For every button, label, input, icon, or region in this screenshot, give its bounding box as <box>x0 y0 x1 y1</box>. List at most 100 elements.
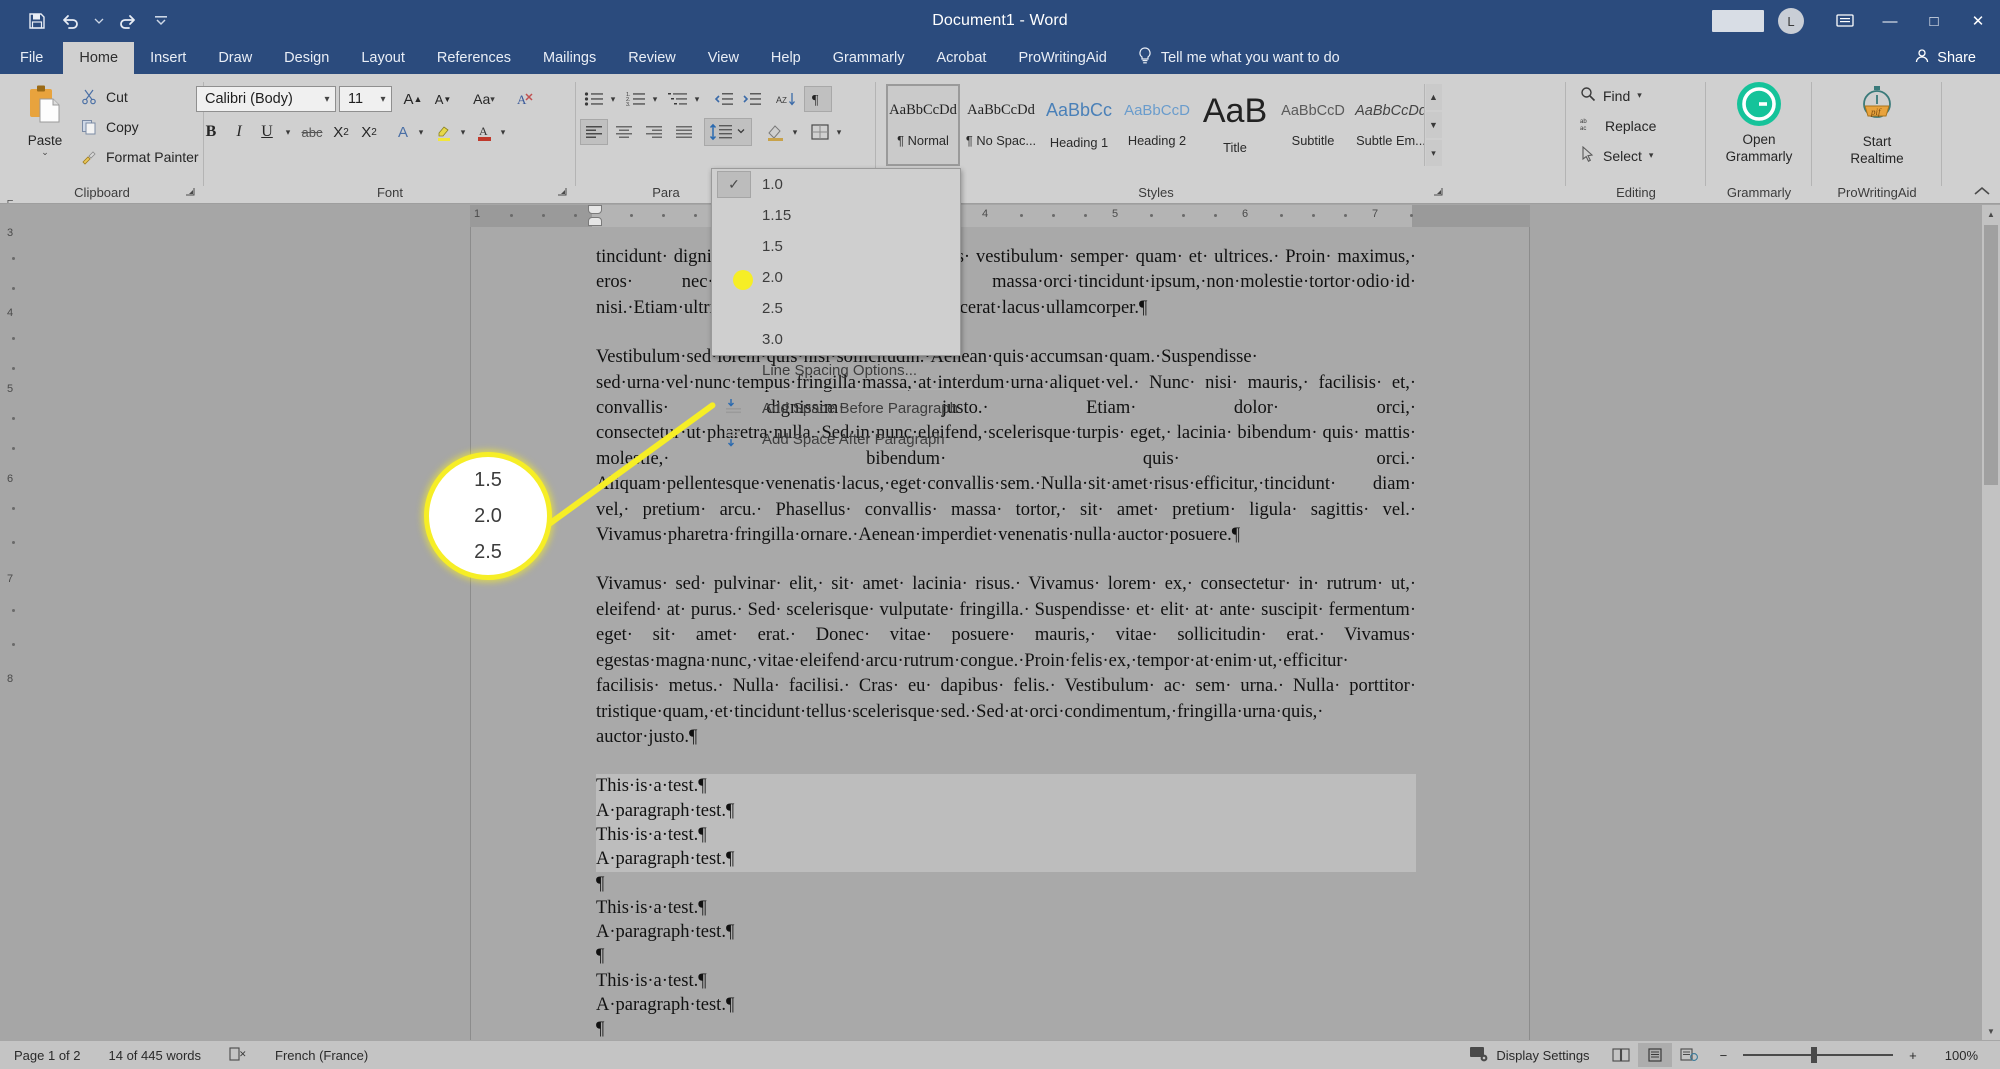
chevron-down-icon[interactable]: ⌄ <box>41 148 49 157</box>
align-center-icon[interactable] <box>610 119 638 145</box>
bullets-icon[interactable] <box>580 86 608 112</box>
save-icon[interactable] <box>22 6 52 36</box>
underline-dropdown-icon[interactable]: ▾ <box>280 119 296 145</box>
styles-dialog-launcher-icon[interactable] <box>1432 186 1446 200</box>
chevron-down-icon[interactable]: ▾ <box>832 119 846 145</box>
align-left-icon[interactable] <box>580 119 608 145</box>
tab-draw[interactable]: Draw <box>202 42 268 74</box>
hanging-indent-marker[interactable] <box>588 217 602 226</box>
chevron-down-icon[interactable]: ▾ <box>690 86 704 112</box>
chevron-down-icon[interactable] <box>90 7 108 35</box>
bold-button[interactable]: B <box>198 119 224 145</box>
web-layout-button[interactable] <box>1672 1043 1706 1067</box>
menu-item-spacing-1-5[interactable]: 1.5 <box>712 231 960 262</box>
document-page[interactable]: tincidunt· dignissim· sed· nec· ipsum.· … <box>470 227 1530 1040</box>
proofing-status[interactable]: ✕ <box>215 1046 261 1065</box>
style-subtle-emphasis[interactable]: AaBbCcDd Subtle Em... <box>1354 84 1428 166</box>
chevron-down-icon[interactable]: ▾ <box>496 119 510 145</box>
style-heading-1[interactable]: AaBbCc Heading 1 <box>1042 84 1116 166</box>
select-button[interactable]: Select ▾ <box>1580 145 1654 165</box>
font-color-icon[interactable]: A <box>472 119 498 145</box>
menu-item-spacing-1-0[interactable]: ✓ 1.0 <box>712 169 960 200</box>
read-mode-button[interactable] <box>1604 1043 1638 1067</box>
font-size-combobox[interactable]: 11 ▾ <box>339 86 392 112</box>
chevron-down-icon[interactable]: ▾ <box>1649 150 1654 161</box>
collapse-ribbon-icon[interactable] <box>1974 184 1990 199</box>
shading-icon[interactable] <box>762 119 790 145</box>
align-right-icon[interactable] <box>640 119 668 145</box>
text-highlight-color-icon[interactable] <box>432 119 458 145</box>
shrink-font-button[interactable]: A ▼ <box>430 86 456 112</box>
customize-quick-access-toolbar-icon[interactable] <box>146 6 176 36</box>
test-line[interactable]: This·is·a·test.¶ <box>596 896 1416 920</box>
show-formatting-marks-icon[interactable]: ¶ <box>804 86 832 112</box>
test-line[interactable]: This·is·a·test.¶ <box>596 774 1416 799</box>
tab-insert[interactable]: Insert <box>134 42 202 74</box>
start-realtime-button[interactable]: pif Start Realtime <box>1829 82 1925 170</box>
ribbon-display-options-button[interactable] <box>1712 10 1764 32</box>
decrease-indent-icon[interactable] <box>710 86 738 112</box>
chevron-down-icon[interactable]: ▾ <box>414 119 428 145</box>
zoom-in-button[interactable]: + <box>1905 1048 1931 1063</box>
style-no-spacing[interactable]: AaBbCcDd ¶ No Spac... <box>964 84 1038 166</box>
subscript-button[interactable]: X2 <box>328 119 354 145</box>
page-indicator[interactable]: Page 1 of 2 <box>0 1048 95 1063</box>
display-settings-button[interactable]: Display Settings <box>1455 1046 1603 1065</box>
find-button[interactable]: Find ▾ <box>1580 86 1642 105</box>
test-line[interactable]: This·is·a·test.¶ <box>596 822 1416 848</box>
menu-item-add-space-after-paragraph[interactable]: Add Space After Paragraph <box>712 424 960 455</box>
minimize-button[interactable]: — <box>1868 0 1912 42</box>
open-grammarly-button[interactable]: Open Grammarly <box>1711 82 1807 170</box>
tab-help[interactable]: Help <box>755 42 817 74</box>
clear-formatting-icon[interactable]: A <box>512 86 538 112</box>
zoom-slider-thumb[interactable] <box>1811 1047 1818 1063</box>
tab-prowritingaid[interactable]: ProWritingAid <box>1002 42 1122 74</box>
chevron-down-icon[interactable]: ▾ <box>1637 90 1642 101</box>
scroll-up-icon[interactable]: ▲ <box>1425 84 1442 110</box>
format-painter-button[interactable]: Format Painter <box>80 148 199 166</box>
menu-item-line-spacing-options[interactable]: Line Spacing Options... <box>712 355 960 386</box>
share-button[interactable]: Share <box>1914 42 2000 74</box>
italic-button[interactable]: I <box>226 119 252 145</box>
cut-button[interactable]: Cut <box>80 88 128 106</box>
test-lines-block[interactable]: This·is·a·test.¶ A·paragraph·test.¶ This… <box>596 774 1416 1041</box>
clipboard-dialog-launcher-icon[interactable] <box>184 186 198 200</box>
menu-item-spacing-1-15[interactable]: 1.15 <box>712 200 960 231</box>
style-subtitle[interactable]: AaBbCcD Subtitle <box>1276 84 1350 166</box>
test-line[interactable]: ¶ <box>596 872 1416 896</box>
redo-icon[interactable] <box>112 6 142 36</box>
touch-mode-icon[interactable] <box>1822 0 1868 42</box>
tab-layout[interactable]: Layout <box>345 42 421 74</box>
paste-button[interactable]: Paste ⌄ <box>14 82 76 168</box>
test-line[interactable]: A·paragraph·test.¶ <box>596 798 1416 823</box>
chevron-down-icon[interactable]: ▾ <box>788 119 802 145</box>
tab-grammarly[interactable]: Grammarly <box>817 42 921 74</box>
justify-icon[interactable] <box>670 119 698 145</box>
tab-design[interactable]: Design <box>268 42 345 74</box>
menu-item-spacing-3-0[interactable]: 3.0 <box>712 324 960 355</box>
menu-item-add-space-before-paragraph[interactable]: Add Space Before Paragraph <box>712 393 960 424</box>
style-title[interactable]: AaB Title <box>1198 84 1272 166</box>
vertical-scrollbar[interactable]: ▲ ▼ <box>1982 205 2000 1040</box>
tab-file[interactable]: File <box>0 42 63 74</box>
tab-references[interactable]: References <box>421 42 527 74</box>
chevron-down-icon[interactable]: ▾ <box>456 119 470 145</box>
tab-mailings[interactable]: Mailings <box>527 42 612 74</box>
styles-gallery-scroll[interactable]: ▲ ▼ ▾ <box>1424 84 1442 166</box>
chevron-down-icon[interactable]: ▾ <box>319 94 335 105</box>
undo-icon[interactable] <box>56 6 86 36</box>
grow-font-button[interactable]: A ▲ <box>400 86 426 112</box>
chevron-down-icon[interactable]: ▾ <box>606 86 620 112</box>
chevron-down-icon[interactable]: ▾ <box>648 86 662 112</box>
test-line[interactable]: ¶ <box>596 944 1416 968</box>
close-button[interactable]: ✕ <box>1956 0 2000 42</box>
text-effects-icon[interactable]: A <box>390 119 416 145</box>
multilevel-list-icon[interactable] <box>664 86 692 112</box>
scroll-down-icon[interactable]: ▼ <box>1425 112 1442 138</box>
first-line-indent-marker[interactable] <box>588 205 602 214</box>
sort-icon[interactable]: AZ <box>772 86 800 112</box>
line-spacing-dropdown-menu[interactable]: ✓ 1.0 1.15 1.5 2.0 2.5 3.0 Line Spacing … <box>711 168 961 448</box>
zoom-slider[interactable] <box>1743 1047 1894 1063</box>
tab-review[interactable]: Review <box>612 42 692 74</box>
tab-home[interactable]: Home <box>63 42 135 74</box>
